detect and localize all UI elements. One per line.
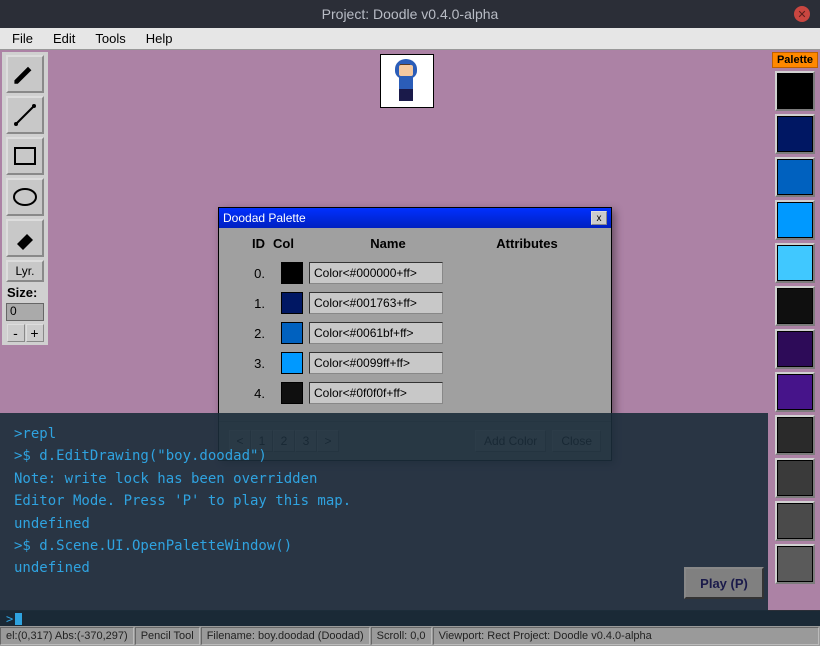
line-tool[interactable] [6,96,44,134]
palette-swatch-4[interactable] [775,243,815,283]
header-col: Col [273,236,323,251]
palette-swatch-10[interactable] [775,501,815,541]
palette-row: 1. [229,291,601,315]
play-button[interactable]: Play (P) [684,567,764,599]
status-filename: Filename: boy.doodad (Doodad) [201,627,370,645]
palette-swatch-0[interactable] [775,71,815,111]
ellipse-tool[interactable] [6,178,44,216]
size-label: Size: [5,285,37,300]
layers-tool[interactable]: Lyr. [6,260,44,282]
palette-swatch-2[interactable] [775,157,815,197]
boy-sprite [391,59,423,103]
menu-help[interactable]: Help [142,29,177,48]
toolbar: Lyr. Size: 0 - + [2,52,48,345]
palette-row-swatch[interactable] [281,262,303,284]
console: >repl>$ d.EditDrawing("boy.doodad")Note:… [0,413,768,611]
titlebar: Project: Doodle v0.4.0-alpha ✕ [0,0,820,28]
repl-prompt: > [6,612,13,626]
status-viewport: Viewport: Rect Project: Doodle v0.4.0-al… [433,627,819,645]
size-value[interactable]: 0 [6,303,44,321]
palette-row-name-input[interactable] [309,262,443,284]
palette-swatch-6[interactable] [775,329,815,369]
palette-row: 4. [229,381,601,405]
palette-swatch-11[interactable] [775,544,815,584]
console-line: >repl [14,423,754,445]
pencil-tool[interactable] [6,55,44,93]
console-line: >$ d.EditDrawing("boy.doodad") [14,445,754,467]
palette-row-swatch[interactable] [281,352,303,374]
status-coords: el:(0,317) Abs:(-370,297) [0,627,134,645]
palette-row: 3. [229,351,601,375]
console-line: >$ d.Scene.UI.OpenPaletteWindow() [14,535,754,557]
dialog-titlebar[interactable]: Doodad Palette x [219,208,611,228]
palette-row-id: 1. [229,296,273,311]
repl-input[interactable]: > [0,611,820,626]
menu-edit[interactable]: Edit [49,29,79,48]
console-line: undefined [14,557,754,579]
size-increase-button[interactable]: + [26,324,44,342]
palette-row: 0. [229,261,601,285]
window-close-button[interactable]: ✕ [794,6,810,22]
palette-row-id: 0. [229,266,273,281]
eraser-tool[interactable] [6,219,44,257]
palette-swatch-8[interactable] [775,415,815,455]
header-attributes: Attributes [453,236,601,251]
palette-swatch-9[interactable] [775,458,815,498]
repl-cursor [15,613,22,625]
status-scroll: Scroll: 0,0 [371,627,432,645]
palette-row-swatch[interactable] [281,382,303,404]
size-decrease-button[interactable]: - [7,324,25,342]
palette-row-id: 4. [229,386,273,401]
menu-file[interactable]: File [8,29,37,48]
palette-row-id: 2. [229,326,273,341]
header-name: Name [323,236,453,251]
sprite-preview [380,54,434,108]
palette-swatch-3[interactable] [775,200,815,240]
dialog-close-button[interactable]: x [591,211,607,225]
palette-swatch-7[interactable] [775,372,815,412]
palette-row-name-input[interactable] [309,352,443,374]
console-line: Editor Mode. Press 'P' to play this map. [14,490,754,512]
palette-header[interactable]: Palette [772,52,818,68]
dialog-title-text: Doodad Palette [223,211,306,225]
palette-row-swatch[interactable] [281,292,303,314]
menu-tools[interactable]: Tools [91,29,129,48]
dialog-column-headers: ID Col Name Attributes [229,236,601,251]
palette-row-id: 3. [229,356,273,371]
console-line: Note: write lock has been overridden [14,468,754,490]
palette-row-swatch[interactable] [281,322,303,344]
palette-row: 2. [229,321,601,345]
header-id: ID [229,236,273,251]
palette-row-name-input[interactable] [309,322,443,344]
palette-row-name-input[interactable] [309,382,443,404]
console-line: undefined [14,513,754,535]
statusbar: el:(0,317) Abs:(-370,297) Pencil Tool Fi… [0,626,820,646]
menubar: File Edit Tools Help [0,28,820,50]
palette-panel: Palette [772,52,818,584]
palette-swatch-5[interactable] [775,286,815,326]
window-title: Project: Doodle v0.4.0-alpha [322,6,499,22]
palette-row-name-input[interactable] [309,292,443,314]
palette-swatch-1[interactable] [775,114,815,154]
status-tool: Pencil Tool [135,627,200,645]
rectangle-tool[interactable] [6,137,44,175]
